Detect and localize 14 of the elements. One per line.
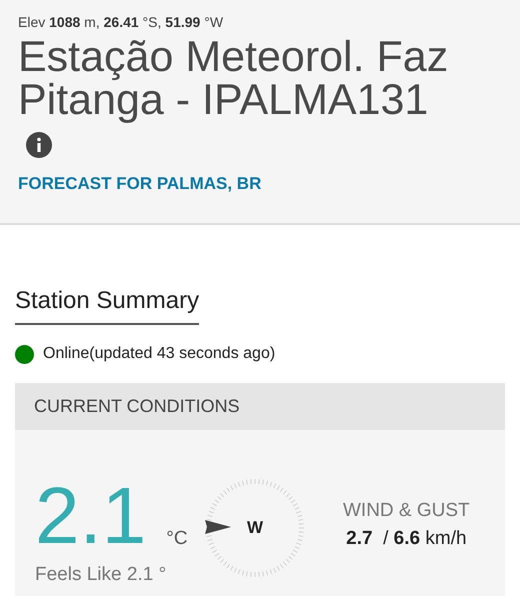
status-text: Online(updated 43 seconds ago)	[43, 345, 276, 364]
wind-value: 2.7 / 6.6 km/h	[345, 528, 468, 550]
info-icon[interactable]	[26, 132, 52, 158]
card-header: CURRENT CONDITIONS	[15, 382, 505, 430]
feels-like-text: Feels Like 2.1 °	[35, 564, 166, 586]
wind-arrow-icon	[205, 520, 231, 534]
wind-direction: W	[246, 518, 264, 538]
station-title: Estação Meteorol. Faz Pitanga - IPALMA131	[18, 36, 450, 122]
temperature-unit: °C	[166, 528, 188, 550]
section-heading: Station Summary	[15, 287, 200, 325]
temperature-value: 2.1	[35, 480, 146, 552]
forecast-link[interactable]: FORECAST FOR PALMAS, BR	[18, 174, 262, 194]
wind-label: WIND & GUST	[343, 500, 470, 522]
station-location: Elev 1088 m, 26.41 °S, 51.99 °W	[18, 14, 224, 30]
